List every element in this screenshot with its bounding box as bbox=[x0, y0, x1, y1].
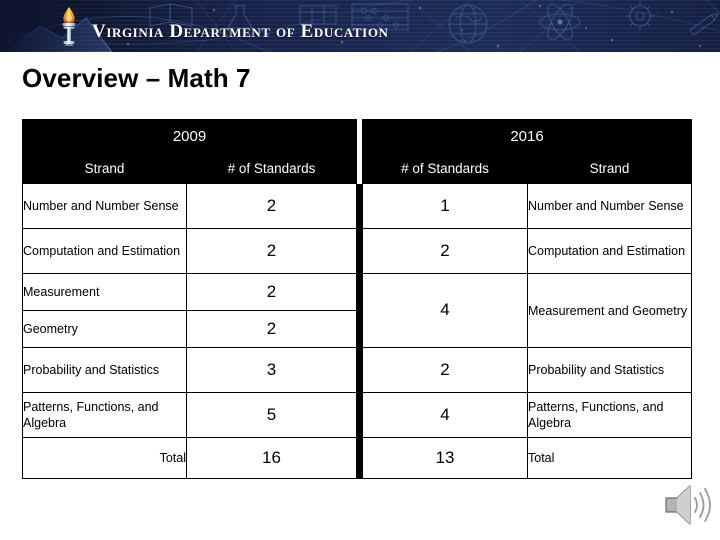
banner-org-name: Virginia Department of Education bbox=[92, 21, 389, 42]
column-header-strand-2016: Strand bbox=[527, 152, 692, 184]
column-header-count-2016: # of Standards bbox=[362, 152, 528, 184]
count-2009-probability-and-statistics: 3 bbox=[186, 347, 357, 393]
strand-2016-patterns-functions-and-algebra: Patterns, Functions, and Algebra bbox=[527, 392, 692, 438]
count-2016-number-and-number-sense: 1 bbox=[362, 183, 528, 229]
strand-2009-patterns-functions-and-algebra: Patterns, Functions, and Algebra bbox=[22, 392, 187, 438]
column-header-count-2009: # of Standards bbox=[186, 152, 357, 184]
total-label-2016: Total bbox=[527, 437, 692, 479]
count-2009-computation-and-estimation: 2 bbox=[186, 228, 357, 274]
total-count-2009: 16 bbox=[186, 437, 357, 479]
column-header-strand-2009: Strand bbox=[22, 152, 187, 184]
vdoe-banner: Virginia Department of Education bbox=[0, 0, 720, 52]
count-2009-geometry: 2 bbox=[186, 310, 357, 348]
total-count-2016: 13 bbox=[362, 437, 528, 479]
year-header-2009: 2009 bbox=[22, 119, 357, 153]
strand-2009-probability-and-statistics: Probability and Statistics bbox=[22, 347, 187, 393]
count-2009-number-and-number-sense: 2 bbox=[186, 183, 357, 229]
page-title: Overview – Math 7 bbox=[22, 63, 251, 93]
speaker-icon[interactable] bbox=[662, 482, 712, 528]
table-column-header-row: Strand # of Standards # of Standards Str… bbox=[22, 152, 692, 184]
strand-2016-number-and-number-sense: Number and Number Sense bbox=[527, 183, 692, 229]
strand-2009-number-and-number-sense: Number and Number Sense bbox=[22, 183, 187, 229]
strand-2009-geometry: Geometry bbox=[22, 310, 187, 348]
count-2016-measurement-and-geometry: 4 bbox=[362, 273, 528, 348]
strand-2016-measurement-and-geometry: Measurement and Geometry bbox=[527, 273, 692, 348]
torch-icon bbox=[62, 7, 76, 46]
strand-2009-computation-and-estimation: Computation and Estimation bbox=[22, 228, 187, 274]
count-2009-patterns-functions-and-algebra: 5 bbox=[186, 392, 357, 438]
table-year-header-row: 2009 2016 bbox=[22, 119, 692, 153]
strand-2009-measurement: Measurement bbox=[22, 273, 187, 311]
strand-2016-probability-and-statistics: Probability and Statistics bbox=[527, 347, 692, 393]
total-label-2009: Total bbox=[22, 437, 187, 479]
count-2016-probability-and-statistics: 2 bbox=[362, 347, 528, 393]
count-2009-measurement: 2 bbox=[186, 273, 357, 311]
standards-comparison-table: 2009 2016 Strand # of Standards # of Sta… bbox=[22, 119, 692, 479]
year-header-2016: 2016 bbox=[362, 119, 692, 153]
table-row: Number and Number Sense 2 1 Number and N… bbox=[22, 183, 692, 479]
count-2016-patterns-functions-and-algebra: 4 bbox=[362, 392, 528, 438]
strand-2016-computation-and-estimation: Computation and Estimation bbox=[527, 228, 692, 274]
count-2016-computation-and-estimation: 2 bbox=[362, 228, 528, 274]
